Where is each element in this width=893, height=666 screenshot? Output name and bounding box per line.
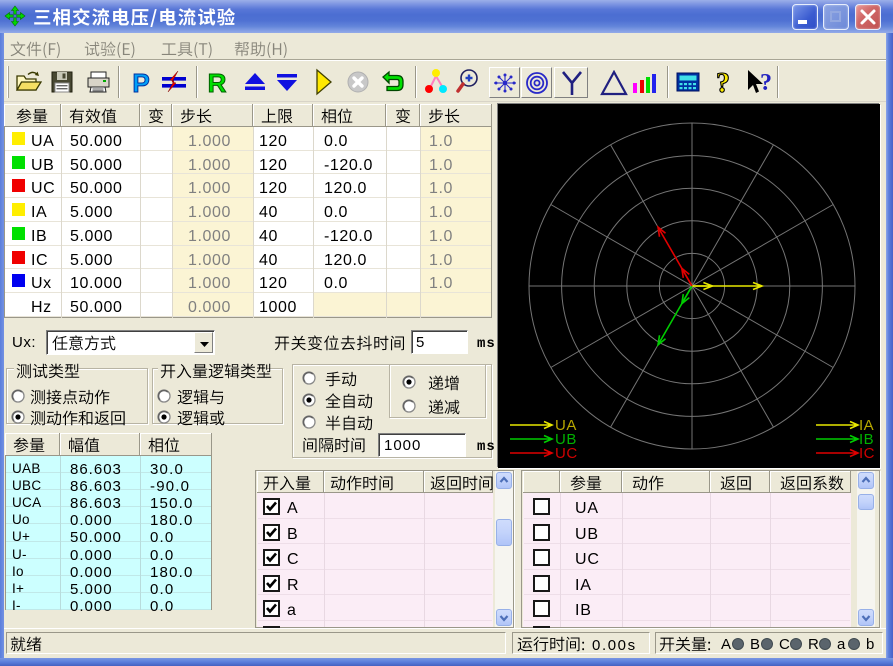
svg-text:IC: IC (859, 445, 875, 462)
svg-text:P: P (132, 68, 149, 96)
svg-text:UC: UC (555, 445, 578, 462)
svg-text:R: R (208, 68, 227, 96)
svg-text:?: ? (716, 68, 730, 96)
svg-text:?: ? (760, 70, 772, 96)
